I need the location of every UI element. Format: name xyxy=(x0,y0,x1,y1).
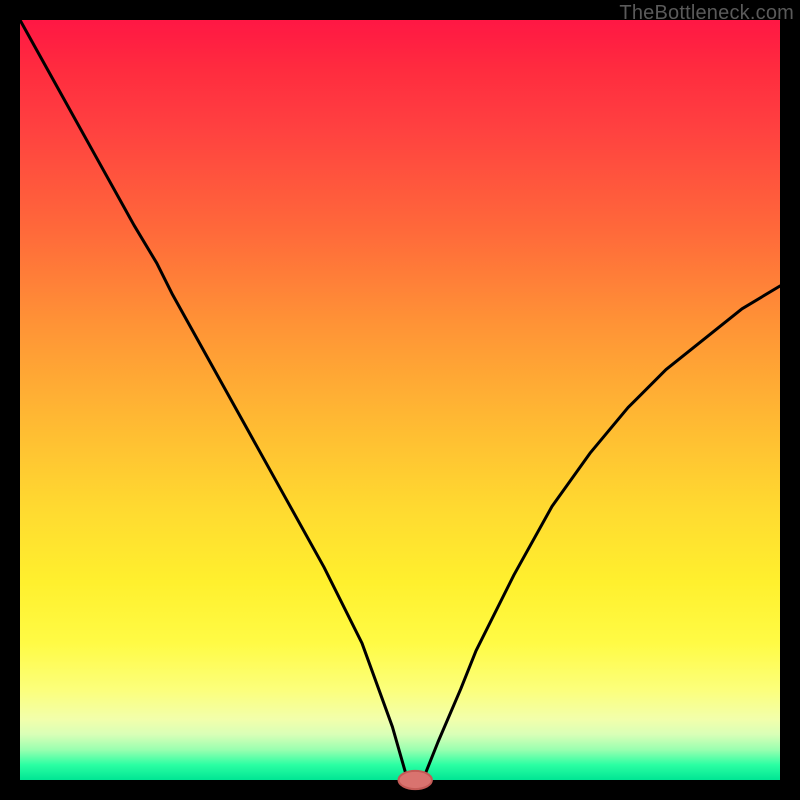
chart-frame: TheBottleneck.com xyxy=(0,0,800,800)
bottleneck-chart xyxy=(20,20,780,780)
bottleneck-curve xyxy=(20,20,780,780)
plot-area xyxy=(20,20,780,780)
minimum-marker xyxy=(399,771,432,789)
